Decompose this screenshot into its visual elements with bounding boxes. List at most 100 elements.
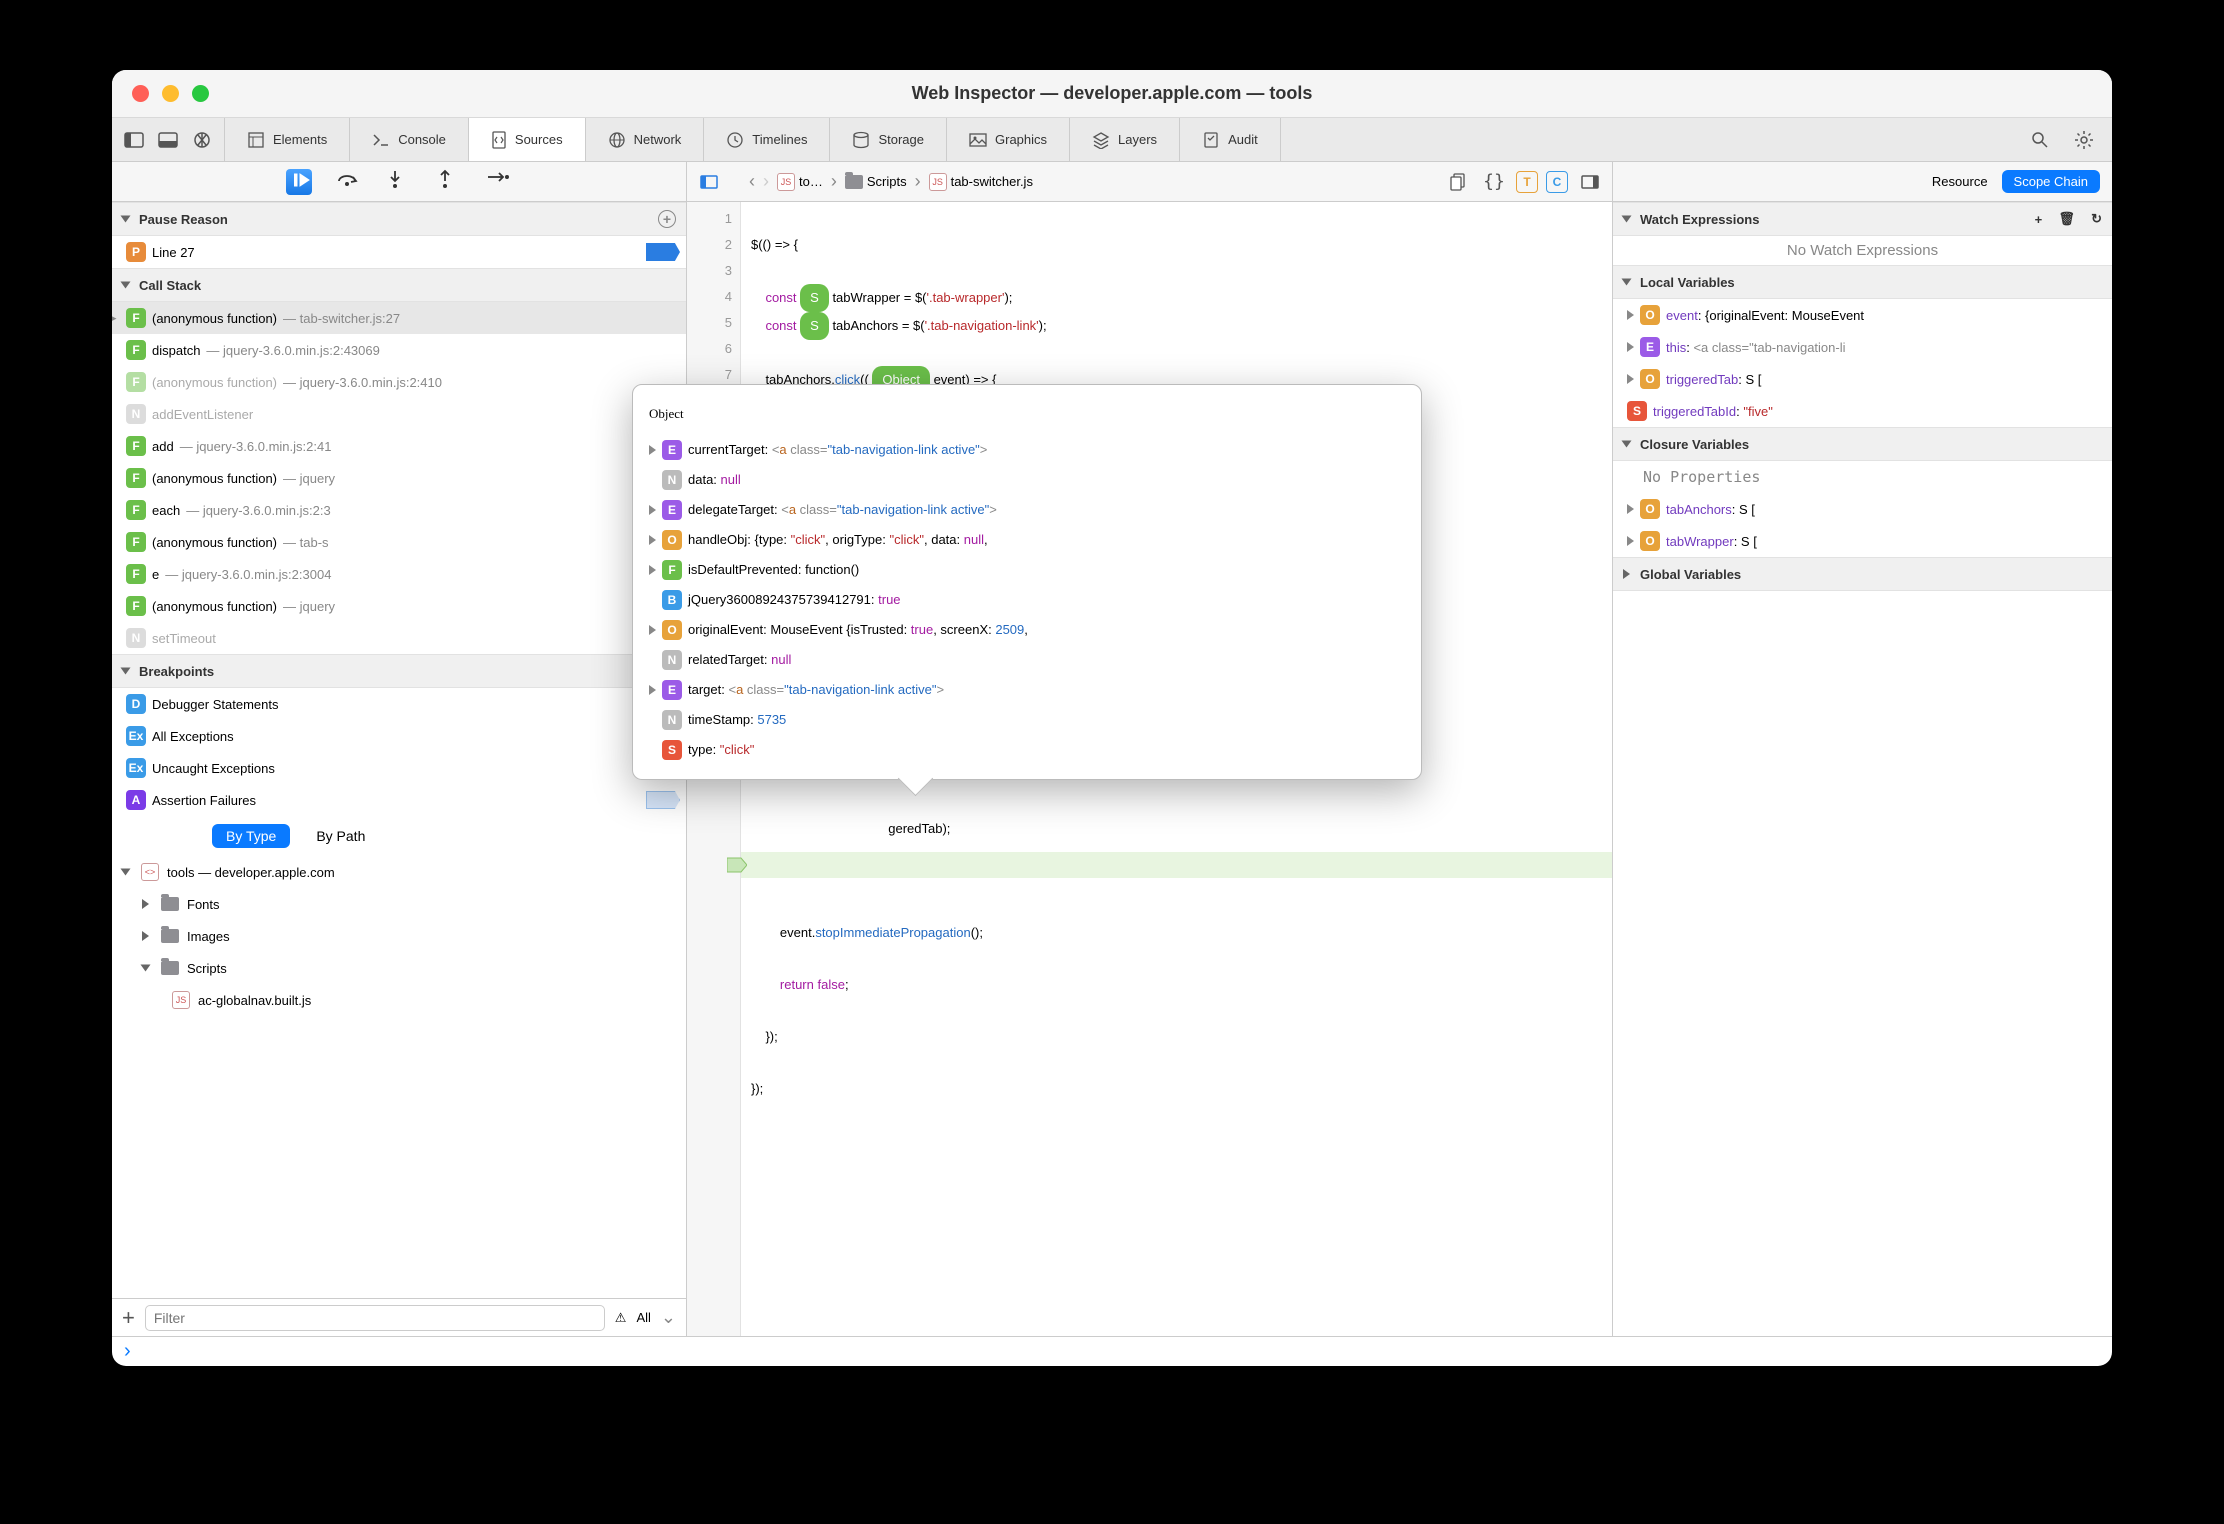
step-out-button[interactable] [436, 169, 462, 195]
device-icon[interactable] [188, 126, 216, 154]
tree-folder-scripts[interactable]: Scripts [112, 952, 686, 984]
global-vars-heading[interactable]: Global Variables [1613, 557, 2112, 591]
pretty-print-icon[interactable]: {} [1480, 168, 1508, 196]
zoom-window-button[interactable] [192, 85, 209, 102]
tooltip-property[interactable]: Ndata: null [649, 465, 1405, 495]
breakpoint-row[interactable]: ExAll Exceptions [112, 720, 686, 752]
local-vars-heading[interactable]: Local Variables [1613, 265, 2112, 299]
tab-audit[interactable]: Audit [1180, 118, 1281, 161]
variable-row[interactable]: Oevent: {originalEvent: MouseEvent [1613, 299, 2112, 331]
close-window-button[interactable] [132, 85, 149, 102]
web-inspector-window: Web Inspector — developer.apple.com — to… [112, 70, 2112, 1366]
breakpoint-row[interactable]: AAssertion Failures [112, 784, 686, 816]
trash-icon[interactable]: 🗑 [2058, 211, 2075, 227]
tab-graphics[interactable]: Graphics [947, 118, 1070, 161]
step-into-button[interactable] [386, 169, 412, 195]
pause-reason-row[interactable]: P Line 27 [112, 236, 686, 268]
coverage-toggle[interactable]: C [1546, 171, 1568, 193]
tooltip-property[interactable]: EdelegateTarget: <a class="tab-navigatio… [649, 495, 1405, 525]
pause-reason-heading[interactable]: Pause Reason+ [112, 202, 686, 236]
tree-folder-fonts[interactable]: Fonts [112, 888, 686, 920]
resource-tab[interactable]: Resource [1932, 174, 1988, 189]
dock-bottom-icon[interactable] [154, 126, 182, 154]
console-prompt[interactable]: › [112, 1336, 2112, 1366]
callstack-frame[interactable]: NsetTimeout [112, 622, 686, 654]
callstack-frame[interactable]: Fdispatch — jquery-3.6.0.min.js:2:43069 [112, 334, 686, 366]
tab-network[interactable]: Network [586, 118, 705, 161]
breakpoint-marker-icon [646, 243, 680, 261]
tooltip-property[interactable]: BjQuery36008924375739412791: true [649, 585, 1405, 615]
callstack-frame[interactable]: NaddEventListener [112, 398, 686, 430]
callstack-frame[interactable]: ▸F(anonymous function) — tab-switcher.js… [112, 302, 686, 334]
tab-console[interactable]: Console [350, 118, 469, 161]
breadcrumb-item[interactable]: JStab-switcher.js [929, 173, 1033, 191]
tree-root[interactable]: <>tools — developer.apple.com [112, 856, 686, 888]
callstack-frame[interactable]: Fe — jquery-3.6.0.min.js:2:3004 [112, 558, 686, 590]
scope-chain-tab[interactable]: Scope Chain [2002, 170, 2100, 193]
callstack-frame[interactable]: Feach — jquery-3.6.0.min.js:2:3 [112, 494, 686, 526]
debugger-controls [112, 162, 686, 202]
window-title: Web Inspector — developer.apple.com — to… [112, 83, 2112, 104]
tab-timelines[interactable]: Timelines [704, 118, 830, 161]
breakpoint-row[interactable]: ExUncaught Exceptions [112, 752, 686, 784]
search-icon[interactable] [2026, 126, 2054, 154]
by-type-toggle[interactable]: By Type [212, 824, 290, 848]
tree-folder-images[interactable]: Images [112, 920, 686, 952]
variable-row[interactable]: OtabWrapper: S [ [1613, 525, 2112, 557]
window-controls [132, 85, 209, 102]
add-icon[interactable]: + [658, 210, 676, 228]
call-stack-heading[interactable]: Call Stack [112, 268, 686, 302]
breakpoints-heading[interactable]: Breakpoints [112, 654, 686, 688]
tab-elements[interactable]: Elements [225, 118, 350, 161]
refresh-icon[interactable]: ↻ [2091, 211, 2102, 227]
variable-row[interactable]: StriggeredTabId: "five" [1613, 395, 2112, 427]
callstack-frame[interactable]: F(anonymous function) — jquery [112, 462, 686, 494]
breakpoint-row[interactable]: DDebugger Statements [112, 688, 686, 720]
callstack-frame[interactable]: F(anonymous function) — tab-s [112, 526, 686, 558]
tab-layers[interactable]: Layers [1070, 118, 1180, 161]
closure-vars-heading[interactable]: Closure Variables [1613, 427, 2112, 461]
breadcrumb-item[interactable]: Scripts [845, 174, 907, 189]
add-button[interactable]: + [122, 1305, 135, 1331]
warning-icon[interactable]: ⚠︎ [615, 1310, 627, 1326]
callstack-frame[interactable]: F(anonymous function) — jquery [112, 590, 686, 622]
continue-button[interactable] [286, 169, 312, 195]
toggle-right-sidebar-icon[interactable] [1576, 168, 1604, 196]
variable-row[interactable]: OtriggeredTab: S [ [1613, 363, 2112, 395]
toggle-left-sidebar-icon[interactable] [695, 168, 723, 196]
tooltip-property[interactable]: EcurrentTarget: <a class="tab-navigation… [649, 435, 1405, 465]
tooltip-property[interactable]: OhandleObj: {type: "click", origType: "c… [649, 525, 1405, 555]
no-properties-label: No Properties [1613, 461, 2112, 493]
minimize-window-button[interactable] [162, 85, 179, 102]
titlebar: Web Inspector — developer.apple.com — to… [112, 70, 2112, 118]
variable-row[interactable]: Ethis: <a class="tab-navigation-li [1613, 331, 2112, 363]
tooltip-property[interactable]: NrelatedTarget: null [649, 645, 1405, 675]
watch-heading[interactable]: Watch Expressions+ 🗑 ↻ [1613, 202, 2112, 236]
step-over-button[interactable] [336, 169, 362, 195]
nav-forward-icon[interactable]: › [763, 171, 769, 192]
tooltip-property[interactable]: NtimeStamp: 5735 [649, 705, 1405, 735]
tab-storage[interactable]: Storage [830, 118, 947, 161]
add-watch-icon[interactable]: + [2035, 212, 2043, 227]
filter-all[interactable]: All [636, 1310, 650, 1325]
tooltip-property[interactable]: FisDefaultPrevented: function() [649, 555, 1405, 585]
type-info-toggle[interactable]: T [1516, 171, 1538, 193]
filter-input[interactable] [145, 1305, 605, 1331]
tooltip-property[interactable]: Stype: "click" [649, 735, 1405, 765]
copy-icon[interactable] [1444, 168, 1472, 196]
tab-sources[interactable]: Sources [469, 118, 586, 161]
callstack-frame[interactable]: F(anonymous function) — jquery-3.6.0.min… [112, 366, 686, 398]
tree-file[interactable]: JSac-globalnav.built.js [112, 984, 686, 1016]
tooltip-property[interactable]: Etarget: <a class="tab-navigation-link a… [649, 675, 1405, 705]
dock-left-icon[interactable] [120, 126, 148, 154]
chevron-down-icon[interactable]: ⌄ [661, 1307, 676, 1328]
nav-back-icon[interactable]: ‹ [749, 171, 755, 192]
settings-icon[interactable] [2070, 126, 2098, 154]
tooltip-property[interactable]: OoriginalEvent: MouseEvent {isTrusted: t… [649, 615, 1405, 645]
by-path-toggle[interactable]: By Path [302, 824, 379, 848]
folder-icon [161, 897, 179, 911]
variable-row[interactable]: OtabAnchors: S [ [1613, 493, 2112, 525]
callstack-frame[interactable]: Fadd — jquery-3.6.0.min.js:2:41 [112, 430, 686, 462]
breadcrumb-item[interactable]: JSto… [777, 173, 823, 191]
step-button[interactable] [486, 169, 512, 195]
